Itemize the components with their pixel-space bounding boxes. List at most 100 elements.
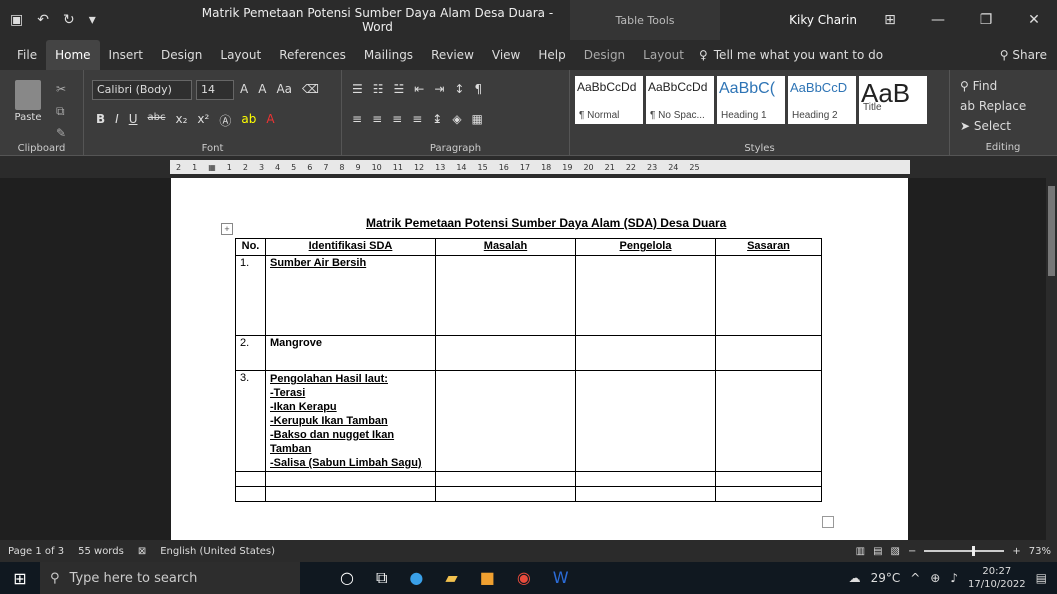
tell-me-box[interactable]: ♀ Tell me what you want to do: [699, 48, 883, 62]
zoom-in-icon[interactable]: +: [1012, 546, 1020, 557]
save-icon[interactable]: ▣: [10, 12, 23, 28]
redo-icon[interactable]: ↻: [63, 12, 75, 28]
subscript-icon[interactable]: x₂: [175, 112, 187, 129]
tab-help[interactable]: Help: [529, 40, 574, 70]
zoom-slider[interactable]: [924, 546, 1005, 556]
tab-home[interactable]: Home: [46, 40, 100, 70]
word-count[interactable]: 55 words: [78, 546, 124, 557]
weather-icon[interactable]: ☁: [849, 571, 861, 585]
cell-empty[interactable]: [715, 471, 822, 487]
edge-icon[interactable]: ●: [409, 568, 423, 588]
borders-icon[interactable]: ▦: [472, 112, 483, 126]
justify-icon[interactable]: ≡: [412, 112, 422, 126]
select-button[interactable]: ➤ Select: [960, 116, 1026, 136]
cell-empty[interactable]: [715, 486, 822, 502]
cell-masalah[interactable]: [435, 335, 576, 371]
share-button[interactable]: ⚲ Share: [1000, 48, 1057, 62]
cut-icon[interactable]: ✂: [56, 78, 66, 100]
store-icon[interactable]: ■: [480, 568, 495, 588]
sda-table[interactable]: No. Identifikasi SDA Masalah Pengelola S…: [235, 238, 822, 502]
bullets-icon[interactable]: ☰: [352, 82, 363, 96]
align-left-icon[interactable]: ≡: [352, 112, 362, 126]
tab-file[interactable]: File: [8, 40, 46, 70]
cell-identifikasi[interactable]: Pengolahan Hasil laut: -Terasi -Ikan Ker…: [265, 370, 436, 472]
increase-indent-icon[interactable]: ⇥: [434, 82, 444, 96]
font-color-icon[interactable]: A: [266, 112, 274, 129]
cell-sasaran[interactable]: [715, 370, 822, 472]
taskbar-search[interactable]: ⚲ Type here to search: [40, 562, 300, 594]
cell-masalah[interactable]: [435, 255, 576, 336]
cell-identifikasi[interactable]: Mangrove: [265, 335, 436, 371]
ruler-bar[interactable]: 2 1 ▦ 1 2 3 4 5 6 7 8 9 10 11 12 13 14 15 16 17 18 19 20 21 22 23…: [170, 160, 910, 174]
italic-icon[interactable]: I: [115, 112, 119, 129]
font-name-select[interactable]: Calibri (Body): [92, 80, 192, 100]
shrink-font-icon[interactable]: A: [258, 82, 266, 96]
cell-identifikasi[interactable]: Sumber Air Bersih: [265, 255, 436, 336]
grow-font-icon[interactable]: A: [240, 82, 248, 96]
tab-insert[interactable]: Insert: [100, 40, 152, 70]
table-resize-handle-icon[interactable]: [822, 516, 834, 528]
read-mode-icon[interactable]: ▥: [856, 546, 865, 557]
cell-empty[interactable]: [575, 471, 716, 487]
minimize-icon[interactable]: —: [923, 12, 953, 28]
windows-start-icon[interactable]: ⊞: [0, 569, 40, 588]
cell-empty[interactable]: [235, 486, 266, 502]
tab-review[interactable]: Review: [422, 40, 483, 70]
print-layout-icon[interactable]: ▤: [873, 546, 882, 557]
language[interactable]: English (United States): [160, 546, 275, 557]
strikethrough-icon[interactable]: abc: [148, 112, 166, 129]
cell-empty[interactable]: [575, 486, 716, 502]
zoom-knob[interactable]: [972, 546, 976, 556]
cell-no[interactable]: 2.: [235, 335, 266, 371]
find-button[interactable]: ⚲ Find: [960, 76, 1026, 96]
cell-empty[interactable]: [265, 471, 436, 487]
close-icon[interactable]: ✕: [1019, 12, 1049, 28]
tab-table-layout[interactable]: Layout: [634, 40, 693, 70]
user-name[interactable]: Kiky Charin: [789, 13, 857, 27]
copy-icon[interactable]: ⧉: [56, 100, 66, 122]
style-title[interactable]: AaB Title: [859, 76, 927, 124]
sort-icon[interactable]: ↕: [454, 82, 464, 96]
proofing-icon[interactable]: ⊠: [138, 546, 146, 557]
undo-icon[interactable]: ↶: [37, 12, 49, 28]
zoom-out-icon[interactable]: −: [908, 546, 916, 557]
zoom-level[interactable]: 73%: [1029, 546, 1051, 557]
chevron-up-icon[interactable]: ^: [910, 571, 920, 585]
tab-references[interactable]: References: [270, 40, 355, 70]
shading-icon[interactable]: ◈: [452, 112, 461, 126]
multilevel-list-icon[interactable]: ☱: [394, 82, 405, 96]
cell-no[interactable]: 3.: [235, 370, 266, 472]
text-effects-icon[interactable]: Ⓐ: [219, 112, 231, 129]
table-move-handle-icon[interactable]: +: [221, 223, 233, 235]
format-painter-icon[interactable]: ✎: [56, 122, 66, 144]
cell-masalah[interactable]: [435, 370, 576, 472]
paste-button[interactable]: Paste: [8, 80, 48, 123]
highlight-icon[interactable]: ab: [241, 112, 256, 129]
clear-format-icon[interactable]: ⌫: [302, 82, 319, 96]
superscript-icon[interactable]: x²: [197, 112, 209, 129]
clock[interactable]: 20:27 17/10/2022: [968, 565, 1026, 591]
chrome-icon[interactable]: ◉: [517, 568, 531, 588]
network-icon[interactable]: ⊕: [930, 571, 940, 585]
notifications-icon[interactable]: ▤: [1036, 571, 1047, 585]
customize-qat-icon[interactable]: ▾: [89, 12, 96, 28]
change-case-icon[interactable]: Aa: [276, 82, 292, 96]
cell-empty[interactable]: [235, 471, 266, 487]
cell-no[interactable]: 1.: [235, 255, 266, 336]
tab-layout[interactable]: Layout: [211, 40, 270, 70]
font-size-select[interactable]: 14: [196, 80, 234, 100]
style-normal[interactable]: AaBbCcDd ¶ Normal: [575, 76, 643, 124]
numbering-icon[interactable]: ☷: [373, 82, 384, 96]
cell-sasaran[interactable]: [715, 255, 822, 336]
cell-pengelola[interactable]: [575, 255, 716, 336]
style-heading-1[interactable]: AaBbC(Heading 1: [717, 76, 785, 124]
style-heading-2[interactable]: AaBbCcD Heading 2: [788, 76, 856, 124]
pilcrow-icon[interactable]: ¶: [474, 82, 482, 96]
scrollbar-thumb[interactable]: [1048, 186, 1055, 276]
vertical-scrollbar[interactable]: [1046, 156, 1057, 540]
cortana-icon[interactable]: ○: [340, 568, 354, 588]
line-spacing-icon[interactable]: ↨: [432, 112, 442, 126]
align-center-icon[interactable]: ≡: [372, 112, 382, 126]
cell-pengelola[interactable]: [575, 335, 716, 371]
tab-design[interactable]: Design: [152, 40, 211, 70]
